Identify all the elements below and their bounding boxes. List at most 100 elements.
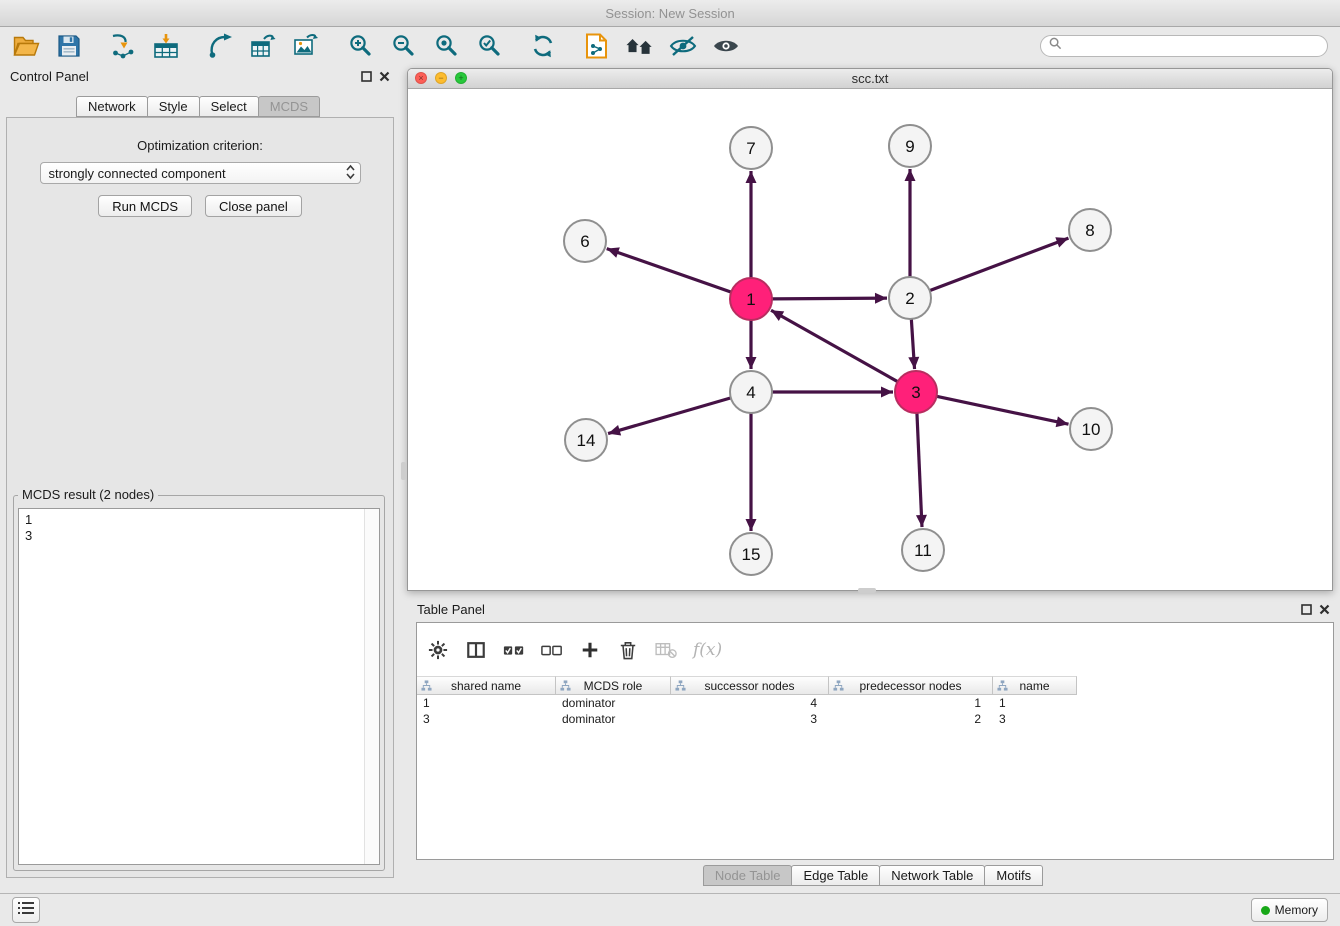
graph-node-15[interactable]: 15 [730, 533, 772, 575]
graph-edge-3-1[interactable] [771, 310, 898, 381]
table-panel-title: Table Panel [417, 602, 485, 617]
table-cell[interactable]: 1 [993, 695, 1077, 711]
tab-network[interactable]: Network [76, 96, 148, 117]
vertical-divider-handle[interactable] [401, 462, 406, 480]
new-network-icon[interactable] [206, 32, 234, 60]
export-image-icon[interactable] [292, 32, 320, 60]
refresh-layout-icon[interactable] [529, 32, 557, 60]
graph-node-6[interactable]: 6 [564, 220, 606, 262]
float-panel-icon[interactable] [361, 71, 372, 82]
close-table-panel-icon[interactable] [1319, 604, 1330, 615]
graph-node-7[interactable]: 7 [730, 127, 772, 169]
float-table-panel-icon[interactable] [1301, 604, 1312, 615]
optimization-criterion-select[interactable]: strongly connected component [40, 162, 361, 184]
clone-network-icon[interactable] [583, 32, 611, 60]
zoom-in-icon[interactable] [346, 32, 374, 60]
graph-node-9[interactable]: 9 [889, 125, 931, 167]
zoom-out-icon[interactable] [389, 32, 417, 60]
graph-node-8[interactable]: 8 [1069, 209, 1111, 251]
tab-mcds[interactable]: MCDS [258, 96, 320, 117]
tab-select[interactable]: Select [199, 96, 259, 117]
close-panel-button[interactable]: Close panel [205, 195, 302, 217]
zoom-window-button[interactable]: + [455, 72, 467, 84]
graph-edge-3-11[interactable] [917, 413, 922, 527]
memory-button[interactable]: Memory [1251, 898, 1328, 922]
result-scrollbar[interactable] [364, 509, 379, 864]
mcds-result-text: 1 3 [19, 509, 379, 547]
graph-node-14[interactable]: 14 [565, 419, 607, 461]
graphics-details-icon[interactable] [669, 32, 697, 60]
graph-node-1[interactable]: 1 [730, 278, 772, 320]
table-cell[interactable]: 2 [829, 711, 993, 727]
network-graph[interactable]: 7 9 6 8 1 2 4 3 14 10 15 11 [408, 89, 1332, 590]
mcds-result-group: MCDS result (2 nodes) 1 3 [13, 495, 385, 871]
svg-text:7: 7 [746, 139, 755, 158]
tab-edge-table[interactable]: Edge Table [791, 865, 880, 886]
eye-icon[interactable] [712, 32, 740, 60]
add-icon[interactable] [579, 639, 601, 661]
run-mcds-button[interactable]: Run MCDS [98, 195, 192, 217]
save-session-icon[interactable] [55, 32, 83, 60]
split-panel-icon[interactable] [465, 639, 487, 661]
tab-motifs[interactable]: Motifs [984, 865, 1043, 886]
column-header-predecessor-nodes[interactable]: predecessor nodes [829, 676, 993, 695]
graph-edge-4-14[interactable] [608, 398, 731, 434]
graph-node-3[interactable]: 3 [895, 371, 937, 413]
table-panel: f(x) shared nameMCDS rolesuccessor nodes… [416, 622, 1334, 860]
graph-node-2[interactable]: 2 [889, 277, 931, 319]
deselect-all-icon[interactable] [541, 639, 563, 661]
gear-icon[interactable] [427, 639, 449, 661]
svg-text:9: 9 [905, 137, 914, 156]
open-session-icon[interactable] [12, 32, 40, 60]
control-panel-tabs: NetworkStyleSelectMCDS [77, 96, 320, 117]
graph-edge-2-8[interactable] [930, 238, 1069, 290]
network-window-titlebar[interactable]: ×−+ scc.txt [408, 69, 1332, 89]
graph-node-10[interactable]: 10 [1070, 408, 1112, 450]
graph-edge-1-6[interactable] [607, 249, 731, 292]
trash-icon[interactable] [617, 639, 639, 661]
column-header-shared-name[interactable]: shared name [417, 676, 556, 695]
graph-edge-2-3[interactable] [911, 319, 914, 369]
search-input[interactable] [1067, 37, 1319, 54]
minimize-window-button[interactable]: − [435, 72, 447, 84]
column-header-successor-nodes[interactable]: successor nodes [671, 676, 829, 695]
table-cell[interactable]: dominator [556, 695, 671, 711]
graph-node-11[interactable]: 11 [902, 529, 944, 571]
graph-node-4[interactable]: 4 [730, 371, 772, 413]
table-cell[interactable]: 4 [671, 695, 829, 711]
table-cell[interactable]: 3 [993, 711, 1077, 727]
search-box[interactable] [1040, 35, 1328, 57]
svg-text:14: 14 [577, 431, 596, 450]
task-history-button[interactable] [12, 897, 40, 923]
import-network-icon[interactable] [109, 32, 137, 60]
tab-node-table[interactable]: Node Table [703, 865, 793, 886]
control-panel-titlebar: Control Panel [0, 63, 400, 89]
table-cell[interactable]: 3 [671, 711, 829, 727]
control-panel-title: Control Panel [10, 69, 89, 84]
column-header-name[interactable]: name [993, 676, 1077, 695]
graph-edge-3-10[interactable] [937, 396, 1069, 424]
table-row[interactable]: 1dominator411 [417, 695, 1333, 711]
tab-style[interactable]: Style [147, 96, 200, 117]
close-window-button[interactable]: × [415, 72, 427, 84]
horizontal-divider-handle[interactable] [858, 588, 876, 593]
select-all-icon[interactable] [503, 639, 525, 661]
import-table-icon[interactable] [152, 32, 180, 60]
window-title: Session: New Session [605, 6, 734, 21]
first-neighbors-icon[interactable] [626, 32, 654, 60]
network-window: ×−+ scc.txt 7 9 6 8 1 2 4 3 14 10 15 11 [407, 68, 1333, 591]
svg-text:6: 6 [580, 232, 589, 251]
graph-edge-1-2[interactable] [772, 298, 887, 299]
export-table-icon[interactable] [249, 32, 277, 60]
table-cell[interactable]: 1 [417, 695, 556, 711]
network-view[interactable]: 7 9 6 8 1 2 4 3 14 10 15 11 [408, 89, 1332, 590]
column-header-mcds-role[interactable]: MCDS role [556, 676, 671, 695]
zoom-fit-icon[interactable] [432, 32, 460, 60]
tab-network-table[interactable]: Network Table [879, 865, 985, 886]
table-cell[interactable]: 1 [829, 695, 993, 711]
zoom-selected-icon[interactable] [475, 32, 503, 60]
table-cell[interactable]: 3 [417, 711, 556, 727]
close-panel-icon[interactable] [379, 71, 390, 82]
table-row[interactable]: 3dominator323 [417, 711, 1333, 727]
table-cell[interactable]: dominator [556, 711, 671, 727]
